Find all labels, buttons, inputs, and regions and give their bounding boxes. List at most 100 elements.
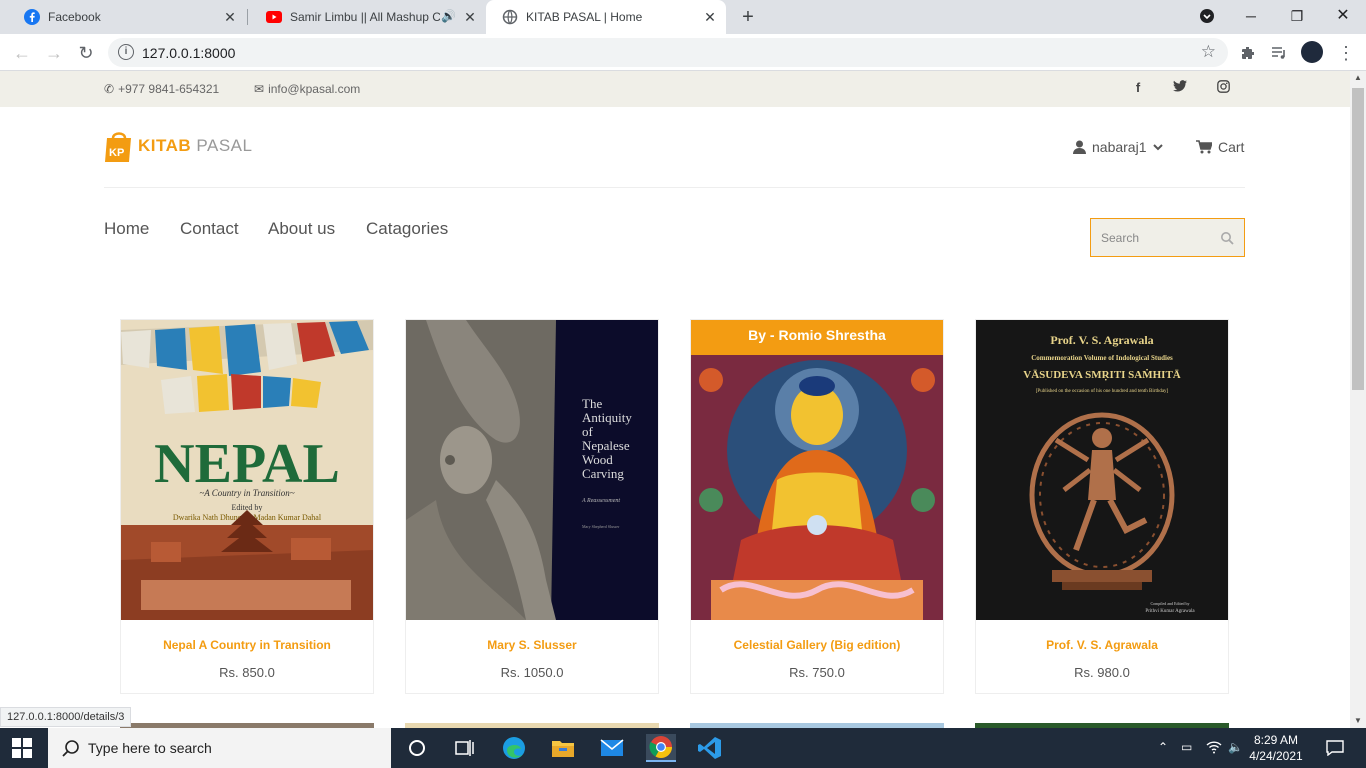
close-icon[interactable]: ✕ [462, 9, 478, 25]
windows-start-icon[interactable] [12, 738, 32, 758]
brand-part-kitab: KITAB [138, 136, 192, 155]
cover-author: Prof. V. S. Agrawala [1050, 333, 1153, 347]
cover-subtitle: ~A Country in Transition~ [199, 488, 294, 498]
search-icon[interactable] [1220, 231, 1234, 245]
product-price: Rs. 850.0 [219, 665, 275, 680]
product-price: Rs. 750.0 [789, 665, 845, 680]
brand-name: KITAB PASAL [138, 136, 252, 156]
book-cover-image[interactable]: Prof. V. S. Agrawala Commemoration Volum… [976, 320, 1228, 620]
window-close-button[interactable]: ✕ [1329, 4, 1357, 28]
product-title[interactable]: Mary S. Slusser [406, 638, 658, 652]
taskbar-search-placeholder: Type here to search [88, 740, 212, 756]
product-title[interactable]: Nepal A Country in Transition [121, 638, 373, 652]
edge-browser-icon[interactable] [499, 734, 529, 762]
site-logo[interactable]: KP KITAB PASAL [104, 128, 252, 164]
tab-label: KITAB PASAL | Home [526, 10, 643, 24]
cart-link[interactable]: Cart [1196, 139, 1244, 155]
cart-label: Cart [1218, 139, 1245, 155]
browser-toolbar: ← → ↻ i 127.0.0.1:8000 ☆ ⋮ [0, 34, 1366, 71]
scrollbar-thumb[interactable] [1352, 88, 1364, 390]
tab-facebook[interactable]: Facebook ✕ [8, 0, 246, 34]
cover-line: The [582, 396, 602, 411]
user-icon [1073, 140, 1086, 154]
nav-categories[interactable]: Catagories [366, 219, 448, 239]
show-hidden-icons-chevron-icon[interactable]: ⌃ [1158, 740, 1168, 754]
cover-note: [Published on the occasion of his one hu… [1036, 389, 1169, 394]
scroll-down-arrow-icon[interactable]: ▼ [1350, 714, 1366, 728]
new-tab-button[interactable]: + [737, 6, 759, 28]
cortana-icon[interactable] [402, 734, 432, 762]
contact-topbar: ✆ +977 9841-654321 ✉ info@kpasal.com f [0, 71, 1350, 107]
vscode-icon[interactable] [695, 734, 725, 762]
twitter-icon[interactable] [1172, 80, 1188, 96]
youtube-icon [266, 9, 282, 25]
facebook-icon[interactable]: f [1130, 80, 1146, 96]
product-title[interactable]: Prof. V. S. Agrawala [976, 638, 1228, 652]
back-button[interactable]: ← [10, 41, 34, 65]
extensions-icon[interactable] [1237, 42, 1259, 64]
cover-line: Wood [582, 452, 613, 467]
cover-credit: Compiled and Edited by [1151, 601, 1190, 606]
phone-number: +977 9841-654321 [118, 82, 220, 96]
shopping-bag-logo-icon: KP [104, 128, 134, 164]
tab-label: Samir Limbu || All Mashup Co [290, 10, 440, 24]
product-card[interactable]: By - Romio Shrestha Celestial Gallery (B… [690, 319, 944, 694]
close-icon[interactable]: ✕ [702, 9, 718, 25]
notification-center-icon[interactable] [1320, 734, 1350, 762]
minimize-button[interactable]: ─ [1237, 4, 1265, 28]
menu-icon[interactable]: ⋮ [1335, 42, 1357, 64]
book-cover-image[interactable]: NEPAL ~A Country in Transition~ Edited b… [121, 320, 373, 620]
forward-button[interactable]: → [42, 41, 66, 65]
tab-kitab-pasal[interactable]: KITAB PASAL | Home ✕ [486, 0, 726, 34]
chrome-icon[interactable] [646, 734, 676, 762]
cover-line: of [582, 424, 594, 439]
wifi-icon[interactable] [1206, 740, 1222, 757]
instagram-icon[interactable] [1215, 80, 1231, 96]
phone-icon: ✆ [104, 82, 115, 96]
task-view-icon[interactable] [450, 734, 480, 762]
restore-button[interactable]: ❐ [1283, 4, 1311, 28]
book-cover-image[interactable]: The Antiquity of Nepalese Wood Carving A… [406, 320, 658, 620]
product-card[interactable]: The Antiquity of Nepalese Wood Carving A… [405, 319, 659, 694]
facebook-icon [24, 9, 40, 25]
cover-subtitle: Commemoration Volume of Indological Stud… [1031, 354, 1173, 362]
book-cover-image[interactable]: By - Romio Shrestha [691, 320, 943, 620]
volume-icon[interactable]: 🔈 [1228, 740, 1243, 754]
cover-subtitle: A Reassessment [581, 498, 620, 504]
page-scrollbar[interactable]: ▲ ▼ [1350, 71, 1366, 728]
product-title[interactable]: Celestial Gallery (Big edition) [691, 638, 943, 652]
nav-contact[interactable]: Contact [180, 219, 239, 239]
email-contact: ✉ info@kpasal.com [254, 82, 360, 96]
info-icon[interactable]: i [118, 44, 134, 60]
tab-search-button[interactable] [1193, 4, 1221, 28]
nav-about-us[interactable]: About us [268, 219, 335, 239]
file-explorer-icon[interactable] [548, 734, 578, 762]
product-price: Rs. 980.0 [1074, 665, 1130, 680]
cover-line: Carving [582, 466, 624, 481]
user-menu[interactable]: nabaraj1 [1073, 139, 1163, 155]
cover-title: VĀSUDEVA SMṚITI SAṀHITĀ [1023, 369, 1181, 381]
phone-contact: ✆ +977 9841-654321 [104, 82, 219, 96]
windows-taskbar: Type here to search ⌃ ▭ 🔈 8:29 AM 4/24/2… [0, 728, 1366, 768]
reload-button[interactable]: ↻ [74, 41, 98, 65]
tab-youtube[interactable]: Samir Limbu || All Mashup Co 🔊 ✕ [250, 0, 486, 34]
mail-icon[interactable] [597, 734, 627, 762]
author-ribbon: By - Romio Shrestha [691, 320, 943, 355]
scroll-up-arrow-icon[interactable]: ▲ [1350, 71, 1366, 85]
product-card[interactable]: Prof. V. S. Agrawala Commemoration Volum… [975, 319, 1229, 694]
address-bar[interactable]: i 127.0.0.1:8000 ☆ [108, 38, 1228, 67]
battery-icon[interactable]: ▭ [1181, 740, 1192, 754]
close-icon[interactable]: ✕ [222, 9, 238, 25]
product-card[interactable]: NEPAL ~A Country in Transition~ Edited b… [120, 319, 374, 694]
email-address: info@kpasal.com [268, 82, 361, 96]
brand-part-pasal: PASAL [196, 136, 253, 155]
cover-title: NEPAL [154, 433, 340, 495]
system-clock[interactable]: 8:29 AM 4/24/2021 [1246, 732, 1306, 764]
taskbar-search-input[interactable]: Type here to search [48, 728, 391, 768]
bookmark-star-icon[interactable]: ☆ [1201, 42, 1216, 62]
profile-avatar[interactable] [1301, 41, 1323, 63]
media-control-icon[interactable] [1268, 42, 1290, 64]
speaker-icon[interactable]: 🔊 [441, 9, 456, 23]
nav-home[interactable]: Home [104, 219, 149, 239]
search-input[interactable]: Search [1090, 218, 1245, 257]
